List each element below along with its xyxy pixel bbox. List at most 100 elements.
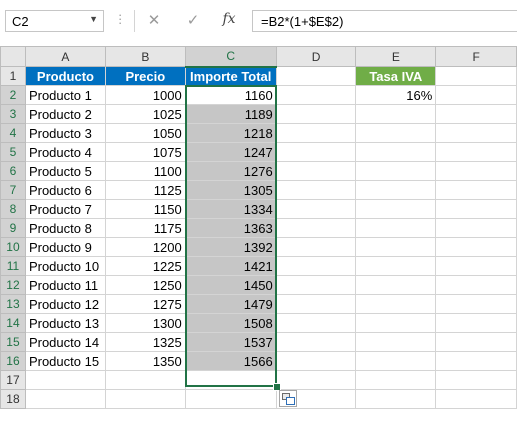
cell-producto[interactable]: Producto 2 — [24, 104, 106, 124]
cell[interactable] — [435, 104, 517, 124]
select-all-corner[interactable] — [0, 46, 26, 67]
cell-importe[interactable]: 1160 — [184, 85, 277, 105]
cell-precio[interactable]: 1100 — [104, 161, 186, 181]
cell[interactable] — [435, 199, 517, 219]
cell-precio[interactable]: 1050 — [104, 123, 186, 143]
cell[interactable] — [355, 237, 437, 257]
cell[interactable] — [275, 123, 357, 143]
cell[interactable] — [275, 332, 357, 352]
cell-producto[interactable]: Producto 4 — [24, 142, 106, 162]
cell[interactable] — [355, 275, 437, 295]
cell[interactable] — [275, 256, 357, 276]
cell[interactable] — [275, 218, 357, 238]
formula-input[interactable]: =B2*(1+$E$2) — [252, 10, 517, 32]
cell[interactable] — [104, 370, 186, 390]
cell[interactable] — [355, 294, 437, 314]
cell[interactable] — [355, 256, 437, 276]
cell[interactable] — [275, 104, 357, 124]
cell[interactable] — [275, 142, 357, 162]
cell-precio[interactable]: 1225 — [104, 256, 186, 276]
cell[interactable] — [275, 199, 357, 219]
cell-producto[interactable]: Producto 5 — [24, 161, 106, 181]
cell[interactable] — [275, 275, 357, 295]
cell[interactable] — [355, 313, 437, 333]
row-header[interactable]: 3 — [0, 104, 26, 124]
cell[interactable] — [275, 237, 357, 257]
cell[interactable] — [355, 218, 437, 238]
cell[interactable] — [355, 370, 437, 390]
chevron-down-icon[interactable]: ▼ — [89, 14, 98, 24]
cell[interactable] — [435, 142, 517, 162]
cell-importe[interactable]: 1392 — [184, 237, 277, 257]
cell[interactable] — [355, 351, 437, 371]
cell[interactable] — [104, 389, 186, 409]
row-header[interactable]: 14 — [0, 313, 26, 333]
cell[interactable] — [355, 161, 437, 181]
cell-producto[interactable]: Producto 7 — [24, 199, 106, 219]
cell-producto[interactable]: Producto 13 — [24, 313, 106, 333]
column-header-a[interactable]: A — [24, 46, 106, 67]
cell-precio[interactable]: 1125 — [104, 180, 186, 200]
cell-precio[interactable]: 1300 — [104, 313, 186, 333]
row-header[interactable]: 7 — [0, 180, 26, 200]
row-header[interactable]: 6 — [0, 161, 26, 181]
cell-producto[interactable]: Producto 12 — [24, 294, 106, 314]
cell-precio[interactable]: 1000 — [104, 85, 186, 105]
cell-precio[interactable]: 1325 — [104, 332, 186, 352]
cell-producto[interactable]: Producto 6 — [24, 180, 106, 200]
cell-precio[interactable]: 1275 — [104, 294, 186, 314]
row-header[interactable]: 13 — [0, 294, 26, 314]
row-header[interactable]: 17 — [0, 370, 26, 390]
cell-importe[interactable]: 1247 — [184, 142, 277, 162]
column-header-c[interactable]: C — [184, 46, 277, 68]
cell-precio[interactable]: 1150 — [104, 199, 186, 219]
row-header[interactable]: 8 — [0, 199, 26, 219]
cell-importe[interactable]: 1334 — [184, 199, 277, 219]
column-header-d[interactable]: D — [275, 46, 357, 67]
cell[interactable] — [275, 180, 357, 200]
row-header[interactable]: 2 — [0, 85, 26, 105]
cell[interactable] — [435, 66, 517, 86]
cell[interactable] — [435, 389, 517, 409]
cell-precio[interactable]: 1250 — [104, 275, 186, 295]
column-header-e[interactable]: E — [355, 46, 437, 67]
cell-precio[interactable]: 1075 — [104, 142, 186, 162]
cell-importe[interactable]: 1305 — [184, 180, 277, 200]
cell[interactable] — [275, 370, 357, 390]
cell-importe[interactable]: 1450 — [184, 275, 277, 295]
cell[interactable] — [275, 351, 357, 371]
cell-importe[interactable]: 1276 — [184, 161, 277, 181]
cell-precio[interactable]: 1350 — [104, 351, 186, 371]
cell[interactable] — [275, 66, 357, 86]
header-cell-precio[interactable]: Precio — [104, 66, 186, 86]
row-header[interactable]: 1 — [0, 66, 26, 86]
quick-analysis-icon[interactable] — [279, 390, 297, 407]
cell-importe[interactable]: 1508 — [184, 313, 277, 333]
cell[interactable] — [435, 275, 517, 295]
cell[interactable] — [435, 332, 517, 352]
cell[interactable] — [435, 123, 517, 143]
cell[interactable] — [275, 85, 357, 105]
row-header[interactable]: 10 — [0, 237, 26, 257]
cell[interactable] — [184, 370, 277, 390]
cell[interactable] — [435, 237, 517, 257]
cell[interactable] — [435, 180, 517, 200]
cell[interactable] — [435, 370, 517, 390]
cell-producto[interactable]: Producto 1 — [24, 85, 106, 105]
row-header[interactable]: 12 — [0, 275, 26, 295]
cell-producto[interactable]: Producto 15 — [24, 351, 106, 371]
cell[interactable] — [435, 256, 517, 276]
column-header-b[interactable]: B — [104, 46, 186, 67]
cell[interactable] — [24, 389, 106, 409]
row-header[interactable]: 18 — [0, 389, 26, 409]
cell-producto[interactable]: Producto 9 — [24, 237, 106, 257]
name-box[interactable]: C2 ▼ — [5, 10, 104, 32]
cell-producto[interactable]: Producto 11 — [24, 275, 106, 295]
cell[interactable] — [355, 389, 437, 409]
cell-importe[interactable]: 1421 — [184, 256, 277, 276]
row-header[interactable]: 5 — [0, 142, 26, 162]
row-header[interactable]: 11 — [0, 256, 26, 276]
cell-producto[interactable]: Producto 8 — [24, 218, 106, 238]
cell[interactable] — [355, 142, 437, 162]
cell-producto[interactable]: Producto 3 — [24, 123, 106, 143]
